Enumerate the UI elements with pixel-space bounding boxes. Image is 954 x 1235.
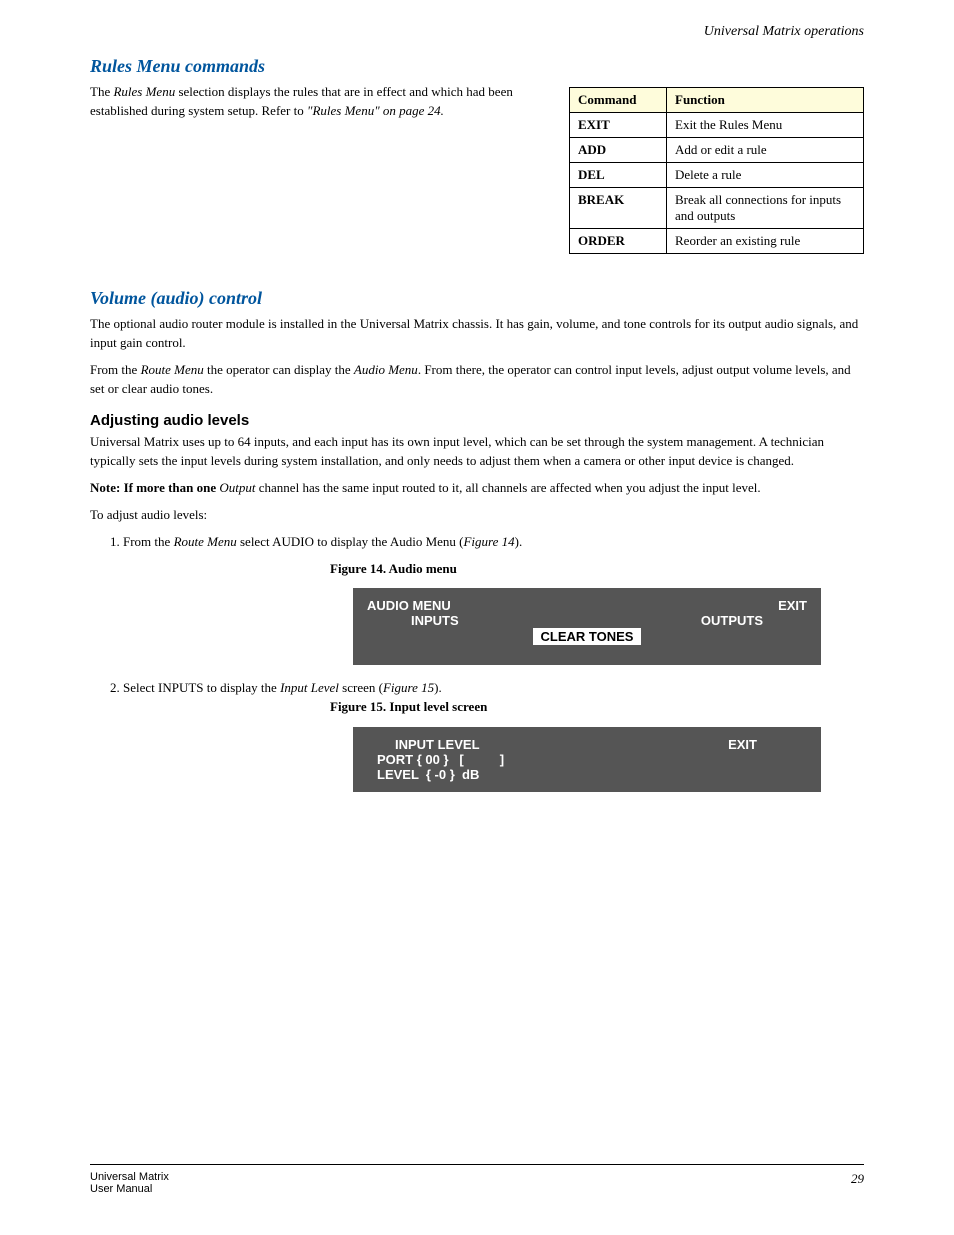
- txt: Figure 14. Audio menu: [330, 561, 457, 576]
- rules-menu-heading: Rules Menu commands: [90, 56, 864, 77]
- fn: Exit the Rules Menu: [667, 113, 864, 138]
- osd-inputs: INPUTS: [411, 613, 459, 628]
- adj-note: Note: If more than one Output channel ha…: [90, 479, 864, 498]
- osd-outputs: OUTPUTS: [701, 613, 763, 628]
- page-footer: Universal Matrix User Manual 29: [90, 1164, 864, 1195]
- txt: 2. Select INPUTS to display the: [110, 680, 280, 695]
- txt: The: [90, 84, 113, 99]
- osd-port: PORT { 00 } [ ]: [367, 752, 807, 767]
- fig14-caption: Figure 14. Audio menu: [330, 560, 864, 579]
- txt: channel has the same input routed to it,…: [256, 480, 761, 495]
- txt: ).: [434, 680, 442, 695]
- output-ref: Output: [219, 480, 255, 495]
- adjusting-heading: Adjusting audio levels: [90, 412, 864, 429]
- cmd: ADD: [570, 138, 667, 163]
- rules-page-ref: "Rules Menu" on page 24.: [307, 103, 444, 118]
- fn: Add or edit a rule: [667, 138, 864, 163]
- col-function: Function: [667, 88, 864, 113]
- osd-title: AUDIO MENU: [367, 598, 451, 613]
- audio-menu-screen: AUDIO MENU EXIT INPUTS OUTPUTS CLEAR TONES: [353, 588, 821, 665]
- step-1: 1. From the Route Menu select AUDIO to d…: [110, 533, 864, 552]
- fig14-ref: Figure 14: [463, 534, 514, 549]
- osd-title: INPUT LEVEL: [367, 737, 480, 752]
- adj-steps-intro: To adjust audio levels:: [90, 506, 864, 525]
- cmd: DEL: [570, 163, 667, 188]
- txt: 1. From the: [110, 534, 174, 549]
- txt: screen (: [339, 680, 383, 695]
- running-header: Universal Matrix operations: [704, 24, 864, 40]
- txt: Figure 15. Input level screen: [330, 699, 487, 714]
- osd-exit: EXIT: [778, 598, 807, 613]
- osd-exit: EXIT: [728, 737, 807, 752]
- fig15-caption: Figure 15. Input level screen: [330, 698, 864, 717]
- table-row: EXITExit the Rules Menu: [570, 113, 864, 138]
- input-level-screen: INPUT LEVEL EXIT PORT { 00 } [ ] LEVEL { …: [353, 727, 821, 792]
- input-level-ref: Input Level: [280, 680, 339, 695]
- fig15-ref: Figure 15: [383, 680, 434, 695]
- col-command: Command: [570, 88, 667, 113]
- step-2: 2. Select INPUTS to display the Input Le…: [110, 679, 864, 698]
- fn: Reorder an existing rule: [667, 229, 864, 254]
- fn: Break all connections for inputs and out…: [667, 188, 864, 229]
- footer-doc-title: Universal Matrix User Manual: [90, 1171, 169, 1195]
- osd-level: LEVEL { -0 } dB: [367, 767, 807, 782]
- txt: the operator can display the: [204, 362, 354, 377]
- table-row: ADDAdd or edit a rule: [570, 138, 864, 163]
- route-menu-ref: Route Menu: [141, 362, 204, 377]
- cmd: BREAK: [570, 188, 667, 229]
- rules-intro: The Rules Menu selection displays the ru…: [90, 83, 545, 121]
- cmd: ORDER: [570, 229, 667, 254]
- txt: ).: [515, 534, 523, 549]
- adj-p1: Universal Matrix uses up to 64 inputs, a…: [90, 433, 864, 471]
- volume-heading: Volume (audio) control: [90, 288, 864, 309]
- table-row: BREAKBreak all connections for inputs an…: [570, 188, 864, 229]
- txt: From the: [90, 362, 141, 377]
- table-row: DELDelete a rule: [570, 163, 864, 188]
- fn: Delete a rule: [667, 163, 864, 188]
- note-label: Note: If more than one: [90, 480, 219, 495]
- rules-command-table: Command Function EXITExit the Rules Menu…: [569, 87, 864, 254]
- vol-p1: The optional audio router module is inst…: [90, 315, 864, 353]
- rules-menu-ref: Rules Menu: [113, 84, 175, 99]
- route-menu-ref2: Route Menu: [174, 534, 237, 549]
- txt: select AUDIO to display the Audio Menu (: [237, 534, 464, 549]
- osd-clear-tones: CLEAR TONES: [533, 628, 642, 645]
- cmd: EXIT: [570, 113, 667, 138]
- page-number: 29: [851, 1171, 864, 1195]
- table-row: ORDERReorder an existing rule: [570, 229, 864, 254]
- vol-p2: From the Route Menu the operator can dis…: [90, 361, 864, 399]
- audio-menu-ref: Audio Menu: [354, 362, 418, 377]
